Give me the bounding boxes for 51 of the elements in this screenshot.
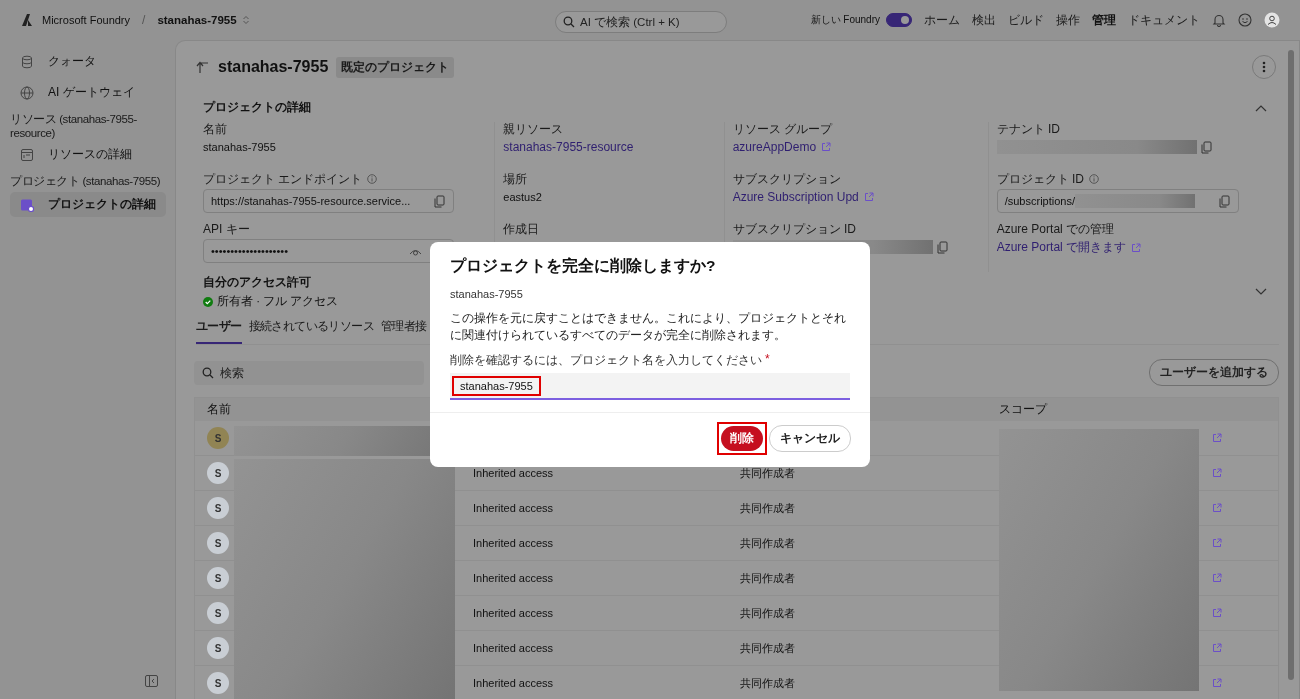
field-label: テナント ID	[996, 120, 1061, 138]
field-label: プロジェクト エンドポイント	[203, 170, 363, 188]
field-label: 名前	[203, 120, 227, 138]
field-label: サブスクリプション	[732, 170, 841, 188]
breadcrumb-separator: /	[142, 13, 146, 27]
table-cell: 共同作成者	[740, 500, 795, 516]
table-cell: Inherited access	[473, 642, 554, 654]
user-avatar: S	[207, 567, 229, 589]
required-mark: *	[765, 352, 770, 368]
dialog-message: この操作を元に戻すことはできません。これにより、プロジェクトとそれに関連付けられているすべてのデータが完全に削除されます。	[450, 310, 847, 344]
table-cell: 共同作成者	[740, 570, 795, 586]
column-header: スコープ	[998, 402, 1049, 417]
section-title: プロジェクトの詳細	[203, 99, 311, 116]
table-cell: 共同作成者	[740, 605, 795, 621]
user-avatar: S	[207, 602, 229, 624]
user-avatar: S	[207, 497, 229, 519]
field-label: リソース グループ	[732, 120, 833, 138]
table-cell: Inherited access	[473, 502, 554, 514]
toggle-label: 新しい Foundry	[810, 13, 880, 27]
field-label: 場所	[503, 170, 528, 188]
column-header: 名前	[206, 402, 232, 417]
field-label: API キー	[203, 220, 250, 238]
field-label: サブスクリプション ID	[732, 220, 857, 238]
user-avatar: S	[207, 672, 229, 694]
table-cell: Inherited access	[473, 607, 554, 619]
user-avatar: S	[207, 427, 229, 449]
user-avatar: S	[207, 637, 229, 659]
page-title: stanahas-7955	[218, 58, 329, 76]
field-label: 親リソース	[503, 120, 564, 138]
field-value: eastus2	[503, 190, 543, 205]
access-status: 所有者 · フル アクセス	[217, 294, 339, 309]
field-label: Azure Portal での管理	[996, 220, 1115, 238]
table-cell: 共同作成者	[740, 465, 795, 481]
field-value: stanahas-7955	[203, 140, 277, 155]
dialog-subtitle: stanahas-7955	[450, 288, 524, 300]
table-cell: Inherited access	[473, 677, 554, 689]
table-cell: 共同作成者	[740, 640, 795, 656]
default-project-badge: 既定のプロジェクト	[336, 56, 455, 78]
field-label: プロジェクト ID	[996, 170, 1085, 188]
table-cell: 共同作成者	[740, 535, 795, 551]
table-cell: Inherited access	[473, 537, 554, 549]
field-label: 削除を確認するには、プロジェクト名を入力してください	[450, 352, 762, 369]
table-cell: Inherited access	[473, 467, 554, 479]
user-avatar: S	[207, 532, 229, 554]
section-title: 自分のアクセス許可	[203, 274, 312, 291]
user-avatar: S	[207, 462, 229, 484]
sidebar-section-label: プロジェクト (stanahas-7955)	[10, 174, 162, 189]
table-cell: Inherited access	[473, 572, 554, 584]
field-label: 作成日	[503, 220, 540, 238]
table-cell: 共同作成者	[740, 675, 795, 691]
sidebar-section-label: リソース (stanahas-7955-resource)	[10, 112, 138, 139]
